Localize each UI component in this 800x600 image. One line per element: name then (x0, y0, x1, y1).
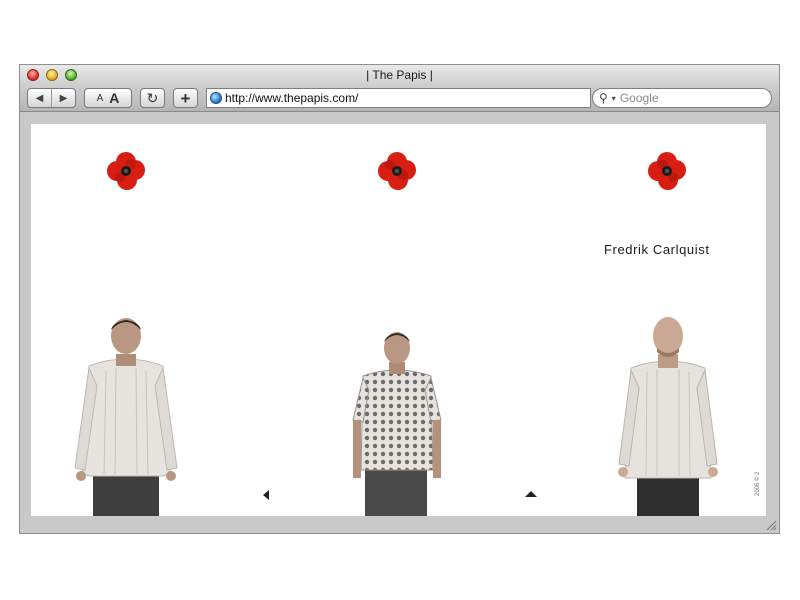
previous-arrow-icon[interactable] (263, 490, 269, 500)
person-name-label[interactable]: Fredrik Carlquist (604, 242, 710, 257)
text-smaller-button[interactable]: A (97, 93, 104, 104)
search-icon: ⚲ (599, 91, 608, 105)
back-forward-buttons: ◀ ▶ (27, 88, 76, 108)
reload-button[interactable]: ↻ (140, 88, 165, 108)
copyright-text: 2006 © 2 (755, 471, 761, 496)
browser-window: | The Papis | ◀ ▶ A A ↻ + http://www.the… (19, 64, 780, 534)
plus-icon: + (180, 88, 191, 108)
poppy-flower-icon[interactable] (376, 150, 418, 192)
chevron-down-icon[interactable]: ▾ (612, 94, 616, 103)
window-title: | The Papis | (366, 68, 433, 82)
person-photo-left[interactable] (71, 316, 181, 516)
address-bar[interactable]: http://www.thepapis.com/ (206, 88, 591, 108)
reload-icon: ↻ (146, 89, 159, 106)
search-placeholder: Google (619, 91, 659, 105)
resize-grip-icon[interactable] (765, 519, 777, 531)
globe-icon (210, 92, 222, 104)
text-size-buttons: A A (84, 88, 132, 108)
up-arrow-icon[interactable] (525, 491, 537, 497)
add-bookmark-button[interactable]: + (173, 88, 198, 108)
person-photo-middle[interactable] (347, 330, 447, 516)
browser-toolbar: ◀ ▶ A A ↻ + http://www.thepapis.com/ ⌃ ⚲… (20, 85, 779, 112)
poppy-flower-icon[interactable] (646, 150, 688, 192)
title-bar[interactable]: | The Papis | (20, 65, 779, 85)
address-url[interactable]: http://www.thepapis.com/ (225, 91, 358, 105)
forward-button[interactable]: ▶ (52, 93, 75, 104)
back-button[interactable]: ◀ (28, 93, 51, 104)
search-field[interactable]: ⚲ ▾ Google (592, 88, 772, 108)
person-photo-right[interactable] (613, 314, 723, 516)
page-content: Fredrik Carlquist 2006 © 2 (31, 124, 766, 516)
poppy-flower-icon[interactable] (105, 150, 147, 192)
text-larger-button[interactable]: A (109, 90, 119, 106)
